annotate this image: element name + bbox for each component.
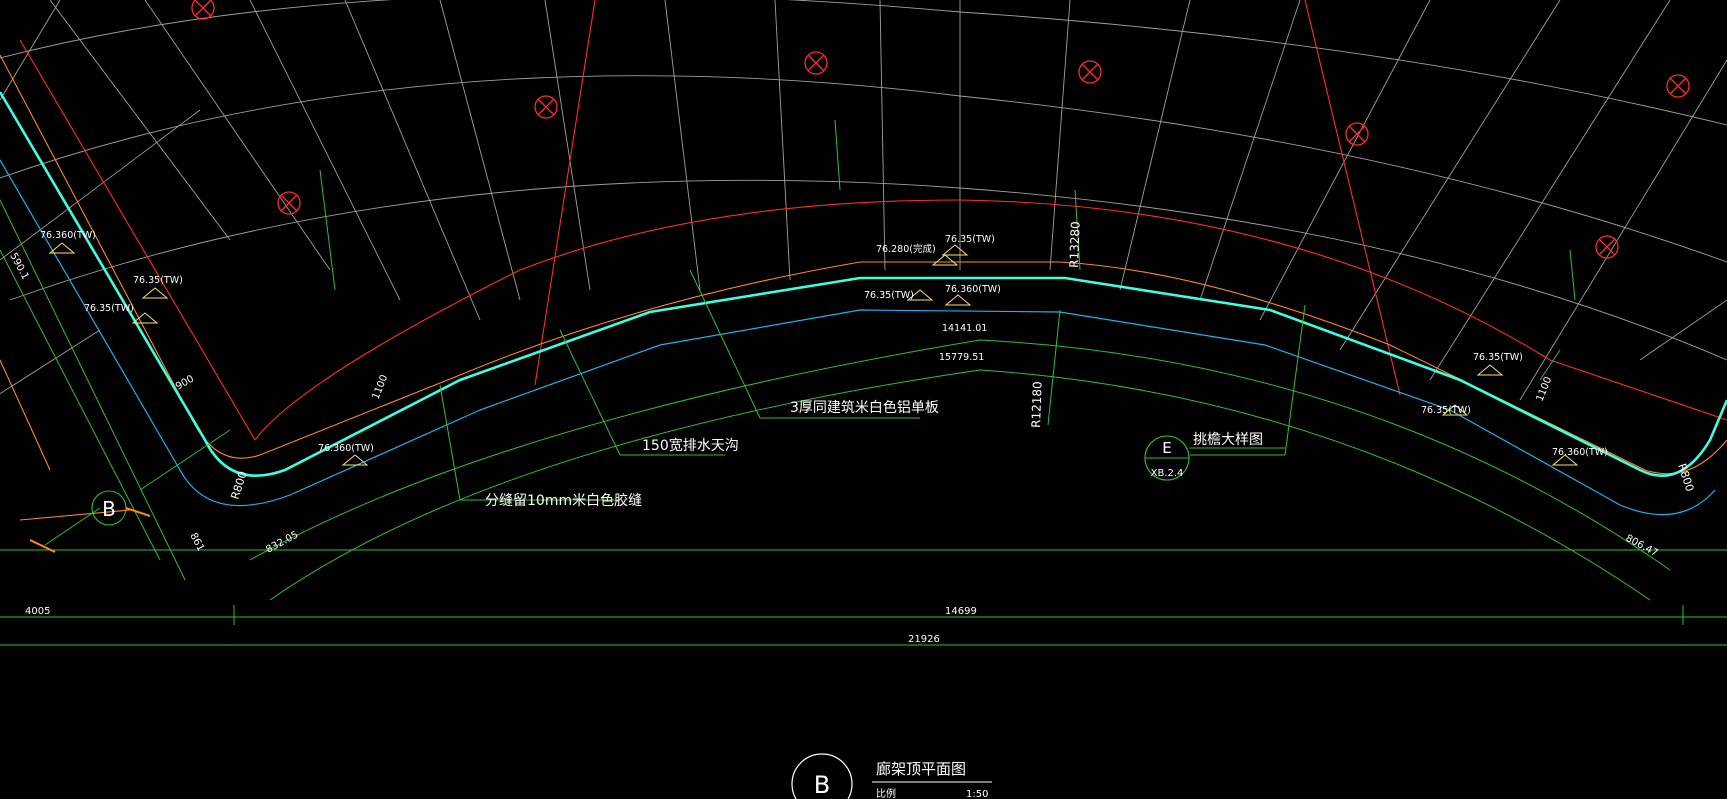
elevation-label-7: 76.35(TW) [864, 290, 914, 301]
detail-note: 挑檐大样图 [1193, 432, 1263, 448]
section-marker-label: B [102, 497, 116, 521]
elevation-label-3: 76.35(TW) [84, 303, 134, 314]
arc-length-outer: 15779.51 [939, 352, 984, 363]
elevation-label-1: 76.360(TW) [40, 230, 96, 241]
detail-marker-ref: XB.2.4 [1151, 468, 1184, 479]
dim-21926: 21926 [908, 634, 940, 645]
drain-ditch-note: 150宽排水天沟 [642, 437, 739, 454]
radius-r12180: R12180 [1029, 381, 1045, 428]
dim-4005: 4005 [25, 606, 50, 617]
elevation-label-5: 76.280(完成) [876, 243, 936, 255]
elevation-label-6: 76.35(TW) [945, 234, 995, 245]
arc-length-inner: 14141.01 [942, 323, 987, 334]
joint-note: 分缝留10mm米白色胶缝 [485, 492, 642, 509]
elevation-label-2: 76.35(TW) [133, 275, 183, 286]
detail-marker-letter: E [1162, 439, 1171, 457]
drawing-title: 廊架顶平面图 [876, 760, 966, 778]
elevation-label-10: 76.35(TW) [1421, 405, 1471, 416]
dim-14699: 14699 [945, 606, 977, 617]
elevation-label-11: 76.360(TW) [1552, 447, 1608, 458]
cad-drawing-canvas: B E XB.2.4 分缝留10mm米白色胶缝 150宽排水天沟 3厚同建筑米白… [0, 0, 1727, 799]
elevation-label-8: 76.360(TW) [945, 284, 1001, 295]
scale-label: 比例 [876, 787, 896, 799]
elevation-label-9: 76.35(TW) [1473, 352, 1523, 363]
radius-r13280: R13280 [1067, 221, 1083, 268]
scale-value: 1:50 [966, 789, 988, 799]
aluminum-panel-note: 3厚同建筑米白色铝单板 [790, 399, 939, 416]
title-marker-letter: B [814, 771, 830, 799]
elevation-label-4: 76.360(TW) [318, 443, 374, 454]
